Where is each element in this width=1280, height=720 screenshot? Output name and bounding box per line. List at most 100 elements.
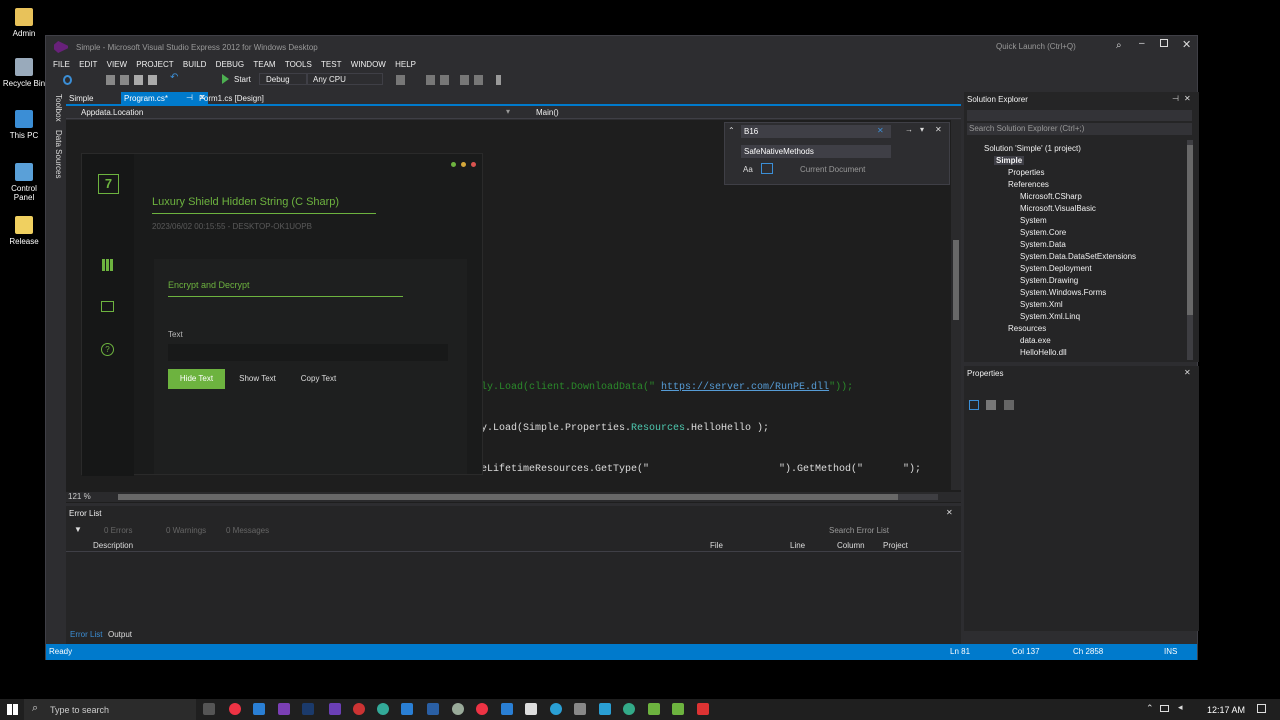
tree-resource-item[interactable]: HelloHello.dll xyxy=(1020,348,1067,357)
start-icon[interactable] xyxy=(222,74,229,84)
uncomment-icon[interactable] xyxy=(474,75,483,85)
tree-scrollbar[interactable] xyxy=(1187,140,1193,360)
tree-project[interactable]: Simple xyxy=(994,156,1025,165)
clear-search-icon[interactable]: ✕ xyxy=(877,126,884,135)
chrome-icon[interactable] xyxy=(229,703,241,715)
categorized-icon[interactable] xyxy=(969,400,979,410)
code-url-link[interactable]: https://server.com/RunPE.dll xyxy=(661,382,829,393)
maximize-button[interactable] xyxy=(1160,39,1168,47)
app-icon[interactable] xyxy=(452,703,464,715)
col-description[interactable]: Description xyxy=(93,541,133,550)
app-icon[interactable] xyxy=(574,703,586,715)
bookmark-icon[interactable] xyxy=(496,75,501,85)
tree-ref[interactable]: System.Xml.Linq xyxy=(1020,312,1080,321)
grid-icon[interactable] xyxy=(102,259,114,271)
tab-form1-design[interactable]: Form1.cs [Design] xyxy=(199,94,264,103)
tab-program-cs[interactable]: Program.cs* ⊣ ✕ xyxy=(121,92,208,105)
nav-member-select[interactable]: Main() xyxy=(536,108,559,117)
tree-ref[interactable]: System.Data.DataSetExtensions xyxy=(1020,252,1136,261)
start-button[interactable]: Start xyxy=(234,75,251,84)
tree-ref[interactable]: Microsoft.VisualBasic xyxy=(1020,204,1096,213)
expand-icon[interactable]: ⌃ xyxy=(728,126,735,135)
vertical-scrollbar[interactable] xyxy=(951,120,961,490)
desktop-icon-release[interactable]: Release xyxy=(2,216,46,246)
pin-icon[interactable]: ⊣ xyxy=(186,93,193,102)
volume-icon[interactable]: ◂ xyxy=(1178,702,1183,713)
close-button[interactable]: ✕ xyxy=(1182,38,1191,51)
tab-project[interactable]: Simple xyxy=(69,94,93,103)
window-dot-yellow[interactable] xyxy=(461,162,466,167)
save-all-icon[interactable] xyxy=(148,75,157,85)
tree-references[interactable]: References xyxy=(1008,180,1049,189)
app-icon[interactable] xyxy=(648,703,660,715)
window-dot-red[interactable] xyxy=(471,162,476,167)
app-icon[interactable] xyxy=(401,703,413,715)
app-icon[interactable] xyxy=(525,703,537,715)
tree-properties[interactable]: Properties xyxy=(1008,168,1044,177)
app-icon[interactable] xyxy=(697,703,709,715)
wrench-icon[interactable] xyxy=(1004,400,1014,410)
app-icon[interactable] xyxy=(476,703,488,715)
chevron-down-icon[interactable]: ▾ xyxy=(506,107,510,116)
minimize-button[interactable]: – xyxy=(1139,38,1145,49)
replace-input[interactable]: SafeNativeMethods xyxy=(741,145,891,158)
search-error-list-input[interactable]: Search Error List xyxy=(829,526,889,535)
platform-select[interactable]: Any CPU xyxy=(307,73,383,85)
text-input[interactable] xyxy=(168,344,448,361)
find-input[interactable]: B16 xyxy=(741,125,891,138)
comment-icon[interactable] xyxy=(460,75,469,85)
close-find-icon[interactable]: ✕ xyxy=(935,125,942,134)
menu-help[interactable]: HELP xyxy=(395,58,416,72)
shield-icon[interactable] xyxy=(501,703,513,715)
tree-ref[interactable]: Microsoft.CSharp xyxy=(1020,192,1082,201)
col-column[interactable]: Column xyxy=(837,541,865,550)
desktop-icon-recycle-bin[interactable]: Recycle Bin xyxy=(2,58,46,88)
menu-test[interactable]: TEST xyxy=(321,58,341,72)
app-icon[interactable] xyxy=(329,703,341,715)
tab-output[interactable]: Output xyxy=(108,630,132,639)
col-project[interactable]: Project xyxy=(883,541,908,550)
task-view-icon[interactable] xyxy=(203,703,215,715)
hscroll-thumb[interactable] xyxy=(118,494,898,500)
menu-window[interactable]: WINDOW xyxy=(351,58,386,72)
clock[interactable]: 12:17 AM xyxy=(1207,705,1245,715)
scope-select[interactable]: Current Document xyxy=(800,165,865,174)
copy-text-button[interactable]: Copy Text xyxy=(291,369,346,389)
outdent-icon[interactable] xyxy=(440,75,449,85)
tree-resource-item[interactable]: data.exe xyxy=(1020,336,1051,345)
tree-ref[interactable]: System.Data xyxy=(1020,240,1066,249)
zoom-level[interactable]: 121 % xyxy=(68,492,91,501)
find-next-icon[interactable]: → xyxy=(905,125,913,134)
warnings-filter[interactable]: 0 Warnings xyxy=(166,526,206,535)
taskbar-search-box[interactable]: ⌕ Type to search xyxy=(24,699,196,720)
close-panel-icon[interactable]: ✕ xyxy=(1184,368,1191,377)
tab-error-list[interactable]: Error List xyxy=(70,630,102,639)
tree-ref[interactable]: System.Core xyxy=(1020,228,1066,237)
search-icon[interactable]: ⌕ xyxy=(1116,40,1122,51)
app-icon[interactable] xyxy=(427,703,439,715)
attach-icon[interactable] xyxy=(396,75,405,85)
show-text-button[interactable]: Show Text xyxy=(230,369,285,389)
col-file[interactable]: File xyxy=(710,541,723,550)
tree-ref[interactable]: System xyxy=(1020,216,1047,225)
alphabetical-icon[interactable] xyxy=(986,400,996,410)
tray-chevron-icon[interactable]: ⌃ xyxy=(1146,703,1154,714)
menu-team[interactable]: TEAM xyxy=(253,58,275,72)
pin-icon[interactable]: ⊣ xyxy=(1172,94,1179,103)
save-icon[interactable] xyxy=(134,75,143,85)
filter-icon[interactable]: ▼ xyxy=(74,525,82,534)
col-line[interactable]: Line xyxy=(790,541,805,550)
app-icon[interactable] xyxy=(353,703,365,715)
undo-icon[interactable]: ↶ xyxy=(170,72,179,83)
code-icon[interactable] xyxy=(101,301,114,312)
back-icon[interactable] xyxy=(63,75,72,85)
desktop-icon-control-panel[interactable]: Control Panel xyxy=(2,163,46,202)
app-icon[interactable] xyxy=(623,703,635,715)
desktop-icon-this-pc[interactable]: This PC xyxy=(2,110,46,140)
indent-icon[interactable] xyxy=(426,75,435,85)
tree-ref[interactable]: System.Drawing xyxy=(1020,276,1078,285)
new-file-icon[interactable] xyxy=(106,75,115,85)
menu-debug[interactable]: DEBUG xyxy=(216,58,244,72)
start-button[interactable] xyxy=(7,704,18,715)
config-select[interactable]: Debug xyxy=(259,73,307,85)
